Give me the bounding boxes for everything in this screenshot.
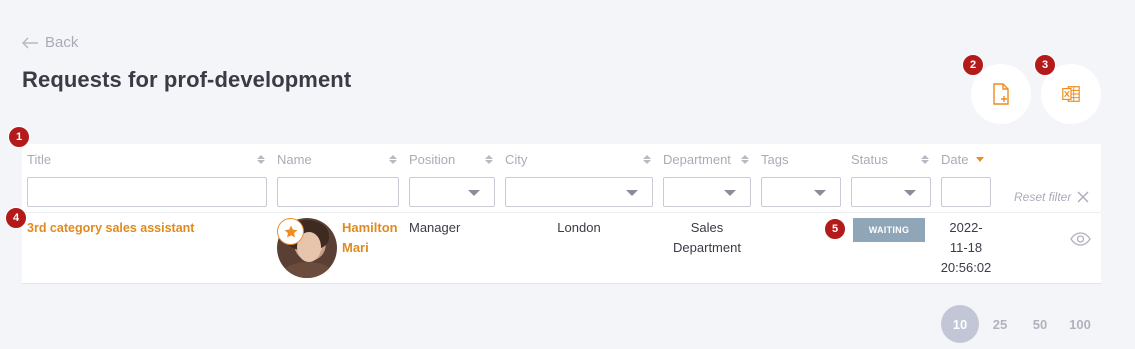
department-filter-select[interactable]: [663, 177, 751, 207]
row-divider: [22, 212, 1101, 213]
marker-5: 5: [824, 218, 846, 240]
column-header-city[interactable]: City: [505, 152, 651, 167]
status-filter-select[interactable]: [851, 177, 931, 207]
marker-2: 2: [962, 54, 984, 76]
arrow-left-icon: [22, 36, 38, 49]
page-size-50[interactable]: 50: [1021, 305, 1059, 343]
status-badge: WAITING: [853, 218, 925, 242]
excel-icon: [1062, 86, 1080, 102]
date-filter-field[interactable]: [942, 178, 990, 206]
request-title-link[interactable]: 3rd category sales assistant: [27, 218, 194, 238]
department-value: Sales Department: [673, 220, 741, 255]
sort-icon: [643, 155, 651, 164]
page-size-25[interactable]: 25: [981, 305, 1019, 343]
sort-desc-icon: [976, 157, 985, 162]
column-header-tags: Tags: [761, 152, 789, 167]
employee-name-link[interactable]: Hamilton Mari: [342, 218, 398, 258]
name-filter-field[interactable]: [278, 178, 398, 206]
city-filter-select[interactable]: [505, 177, 653, 207]
page-size-10[interactable]: 10: [941, 305, 979, 343]
marker-4: 4: [5, 207, 27, 229]
page-size-100[interactable]: 100: [1061, 305, 1099, 343]
marker-3: 3: [1034, 54, 1056, 76]
column-header-status[interactable]: Status: [851, 152, 929, 167]
name-filter-input[interactable]: [277, 177, 399, 207]
tags-filter-select[interactable]: [761, 177, 841, 207]
column-header-position[interactable]: Position: [409, 152, 493, 167]
column-header-title[interactable]: Title: [27, 152, 265, 167]
add-file-icon: [993, 83, 1009, 105]
star-icon: [284, 225, 297, 237]
date-filter-input[interactable]: [941, 177, 991, 207]
column-header-department[interactable]: Department: [663, 152, 749, 167]
back-link[interactable]: Back: [22, 34, 78, 51]
close-icon: [1077, 191, 1089, 203]
position-filter-select[interactable]: [409, 177, 495, 207]
date-value: 2022- 11-18 20:56:02: [940, 220, 992, 275]
eye-icon[interactable]: [1070, 232, 1091, 246]
city-value: London: [557, 220, 601, 235]
sort-icon: [389, 155, 397, 164]
back-label: Back: [45, 34, 79, 51]
star-badge: [277, 218, 304, 245]
sort-icon: [257, 155, 265, 164]
page-title: Requests for prof-development: [22, 67, 352, 92]
sort-icon: [921, 155, 929, 164]
position-value: Manager: [409, 220, 461, 235]
row-divider: [22, 283, 1101, 284]
marker-1: 1: [8, 126, 30, 148]
column-header-date[interactable]: Date: [941, 152, 993, 167]
sort-icon: [485, 155, 493, 164]
column-header-name[interactable]: Name: [277, 152, 397, 167]
reset-filter-button[interactable]: Reset filter: [1014, 190, 1089, 204]
title-filter-input[interactable]: [27, 177, 267, 207]
title-filter-field[interactable]: [28, 178, 266, 206]
sort-icon: [741, 155, 749, 164]
